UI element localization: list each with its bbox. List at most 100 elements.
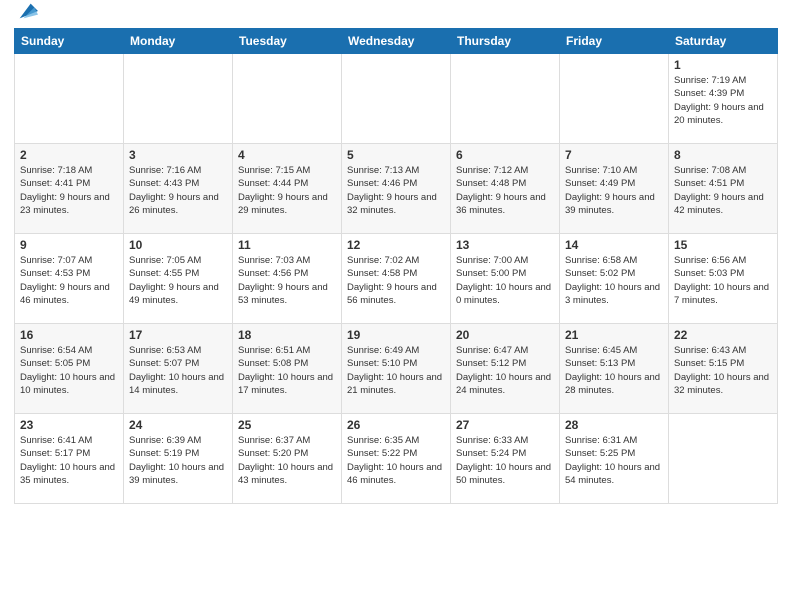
day-cell: 8 Sunrise: 7:08 AM Sunset: 4:51 PM Daylig…	[669, 144, 778, 234]
day-cell: 1Sunrise: 7:19 AM Sunset: 4:39 PM Daylig…	[669, 54, 778, 144]
day-cell: 24 Sunrise: 6:39 AM Sunset: 5:19 PM Dayli…	[124, 414, 233, 504]
day-cell: 13 Sunrise: 7:00 AM Sunset: 5:00 PM Dayli…	[451, 234, 560, 324]
day-info: Sunrise: 6:43 AM Sunset: 5:15 PM Dayligh…	[674, 344, 772, 397]
logo	[14, 10, 38, 22]
day-number: 27	[456, 418, 554, 432]
day-number: 25	[238, 418, 336, 432]
day-info: Sunrise: 6:31 AM Sunset: 5:25 PM Dayligh…	[565, 434, 663, 487]
logo-icon	[16, 0, 38, 22]
day-number: 22	[674, 328, 772, 342]
day-cell: 28 Sunrise: 6:31 AM Sunset: 5:25 PM Dayli…	[560, 414, 669, 504]
day-cell: 9 Sunrise: 7:07 AM Sunset: 4:53 PM Daylig…	[15, 234, 124, 324]
day-info: Sunrise: 6:45 AM Sunset: 5:13 PM Dayligh…	[565, 344, 663, 397]
day-cell	[669, 414, 778, 504]
day-number: 8	[674, 148, 772, 162]
day-cell: 7 Sunrise: 7:10 AM Sunset: 4:49 PM Daylig…	[560, 144, 669, 234]
day-cell: 5 Sunrise: 7:13 AM Sunset: 4:46 PM Daylig…	[342, 144, 451, 234]
weekday-header-sunday: Sunday	[15, 29, 124, 54]
day-info: Sunrise: 7:02 AM Sunset: 4:58 PM Dayligh…	[347, 254, 445, 307]
day-number: 19	[347, 328, 445, 342]
calendar: SundayMondayTuesdayWednesdayThursdayFrid…	[14, 28, 778, 504]
day-number: 12	[347, 238, 445, 252]
day-number: 10	[129, 238, 227, 252]
day-number: 6	[456, 148, 554, 162]
day-info: Sunrise: 6:53 AM Sunset: 5:07 PM Dayligh…	[129, 344, 227, 397]
day-info: Sunrise: 6:41 AM Sunset: 5:17 PM Dayligh…	[20, 434, 118, 487]
day-info: Sunrise: 6:39 AM Sunset: 5:19 PM Dayligh…	[129, 434, 227, 487]
weekday-header-tuesday: Tuesday	[233, 29, 342, 54]
day-number: 23	[20, 418, 118, 432]
day-cell	[451, 54, 560, 144]
day-number: 2	[20, 148, 118, 162]
day-cell: 11 Sunrise: 7:03 AM Sunset: 4:56 PM Dayli…	[233, 234, 342, 324]
day-info: Sunrise: 7:07 AM Sunset: 4:53 PM Dayligh…	[20, 254, 118, 307]
day-info: Sunrise: 6:54 AM Sunset: 5:05 PM Dayligh…	[20, 344, 118, 397]
day-cell: 22 Sunrise: 6:43 AM Sunset: 5:15 PM Dayli…	[669, 324, 778, 414]
day-number: 13	[456, 238, 554, 252]
day-info: Sunrise: 6:47 AM Sunset: 5:12 PM Dayligh…	[456, 344, 554, 397]
day-info: Sunrise: 6:51 AM Sunset: 5:08 PM Dayligh…	[238, 344, 336, 397]
day-number: 4	[238, 148, 336, 162]
day-cell	[560, 54, 669, 144]
day-number: 7	[565, 148, 663, 162]
day-number: 16	[20, 328, 118, 342]
week-row-5: 23 Sunrise: 6:41 AM Sunset: 5:17 PM Dayli…	[15, 414, 778, 504]
day-cell	[15, 54, 124, 144]
day-cell: 3 Sunrise: 7:16 AM Sunset: 4:43 PM Daylig…	[124, 144, 233, 234]
day-info: Sunrise: 7:18 AM Sunset: 4:41 PM Dayligh…	[20, 164, 118, 217]
day-cell: 15 Sunrise: 6:56 AM Sunset: 5:03 PM Dayli…	[669, 234, 778, 324]
week-row-1: 1Sunrise: 7:19 AM Sunset: 4:39 PM Daylig…	[15, 54, 778, 144]
day-cell	[342, 54, 451, 144]
week-row-2: 2 Sunrise: 7:18 AM Sunset: 4:41 PM Daylig…	[15, 144, 778, 234]
day-number: 14	[565, 238, 663, 252]
day-info: Sunrise: 6:35 AM Sunset: 5:22 PM Dayligh…	[347, 434, 445, 487]
day-cell: 16 Sunrise: 6:54 AM Sunset: 5:05 PM Dayli…	[15, 324, 124, 414]
day-cell: 23 Sunrise: 6:41 AM Sunset: 5:17 PM Dayli…	[15, 414, 124, 504]
week-row-3: 9 Sunrise: 7:07 AM Sunset: 4:53 PM Daylig…	[15, 234, 778, 324]
day-number: 3	[129, 148, 227, 162]
day-info: Sunrise: 7:05 AM Sunset: 4:55 PM Dayligh…	[129, 254, 227, 307]
day-number: 28	[565, 418, 663, 432]
day-cell: 18 Sunrise: 6:51 AM Sunset: 5:08 PM Dayli…	[233, 324, 342, 414]
day-cell: 6 Sunrise: 7:12 AM Sunset: 4:48 PM Daylig…	[451, 144, 560, 234]
day-info: Sunrise: 7:08 AM Sunset: 4:51 PM Dayligh…	[674, 164, 772, 217]
day-number: 15	[674, 238, 772, 252]
weekday-header-friday: Friday	[560, 29, 669, 54]
day-cell: 19Sunrise: 6:49 AM Sunset: 5:10 PM Dayli…	[342, 324, 451, 414]
day-cell: 26 Sunrise: 6:35 AM Sunset: 5:22 PM Dayli…	[342, 414, 451, 504]
day-info: Sunrise: 7:03 AM Sunset: 4:56 PM Dayligh…	[238, 254, 336, 307]
day-number: 18	[238, 328, 336, 342]
day-info: Sunrise: 7:16 AM Sunset: 4:43 PM Dayligh…	[129, 164, 227, 217]
header	[14, 10, 778, 22]
day-cell: 10 Sunrise: 7:05 AM Sunset: 4:55 PM Dayli…	[124, 234, 233, 324]
day-info: Sunrise: 7:12 AM Sunset: 4:48 PM Dayligh…	[456, 164, 554, 217]
day-info: Sunrise: 6:33 AM Sunset: 5:24 PM Dayligh…	[456, 434, 554, 487]
day-number: 9	[20, 238, 118, 252]
day-cell: 21Sunrise: 6:45 AM Sunset: 5:13 PM Dayli…	[560, 324, 669, 414]
day-cell: 17 Sunrise: 6:53 AM Sunset: 5:07 PM Dayli…	[124, 324, 233, 414]
day-info: Sunrise: 7:13 AM Sunset: 4:46 PM Dayligh…	[347, 164, 445, 217]
day-number: 24	[129, 418, 227, 432]
day-number: 17	[129, 328, 227, 342]
week-row-4: 16 Sunrise: 6:54 AM Sunset: 5:05 PM Dayli…	[15, 324, 778, 414]
weekday-header-saturday: Saturday	[669, 29, 778, 54]
day-cell: 25 Sunrise: 6:37 AM Sunset: 5:20 PM Dayli…	[233, 414, 342, 504]
day-info: Sunrise: 6:37 AM Sunset: 5:20 PM Dayligh…	[238, 434, 336, 487]
day-number: 11	[238, 238, 336, 252]
weekday-header-thursday: Thursday	[451, 29, 560, 54]
day-info: Sunrise: 7:15 AM Sunset: 4:44 PM Dayligh…	[238, 164, 336, 217]
day-number: 20	[456, 328, 554, 342]
weekday-header-wednesday: Wednesday	[342, 29, 451, 54]
day-info: Sunrise: 6:56 AM Sunset: 5:03 PM Dayligh…	[674, 254, 772, 307]
weekday-header-monday: Monday	[124, 29, 233, 54]
day-cell: 4 Sunrise: 7:15 AM Sunset: 4:44 PM Daylig…	[233, 144, 342, 234]
day-cell: 20 Sunrise: 6:47 AM Sunset: 5:12 PM Dayli…	[451, 324, 560, 414]
day-number: 26	[347, 418, 445, 432]
day-info: Sunrise: 7:10 AM Sunset: 4:49 PM Dayligh…	[565, 164, 663, 217]
day-cell	[233, 54, 342, 144]
page: SundayMondayTuesdayWednesdayThursdayFrid…	[0, 0, 792, 518]
day-number: 5	[347, 148, 445, 162]
day-cell: 2 Sunrise: 7:18 AM Sunset: 4:41 PM Daylig…	[15, 144, 124, 234]
day-info: Sunrise: 7:00 AM Sunset: 5:00 PM Dayligh…	[456, 254, 554, 307]
weekday-header-row: SundayMondayTuesdayWednesdayThursdayFrid…	[15, 29, 778, 54]
